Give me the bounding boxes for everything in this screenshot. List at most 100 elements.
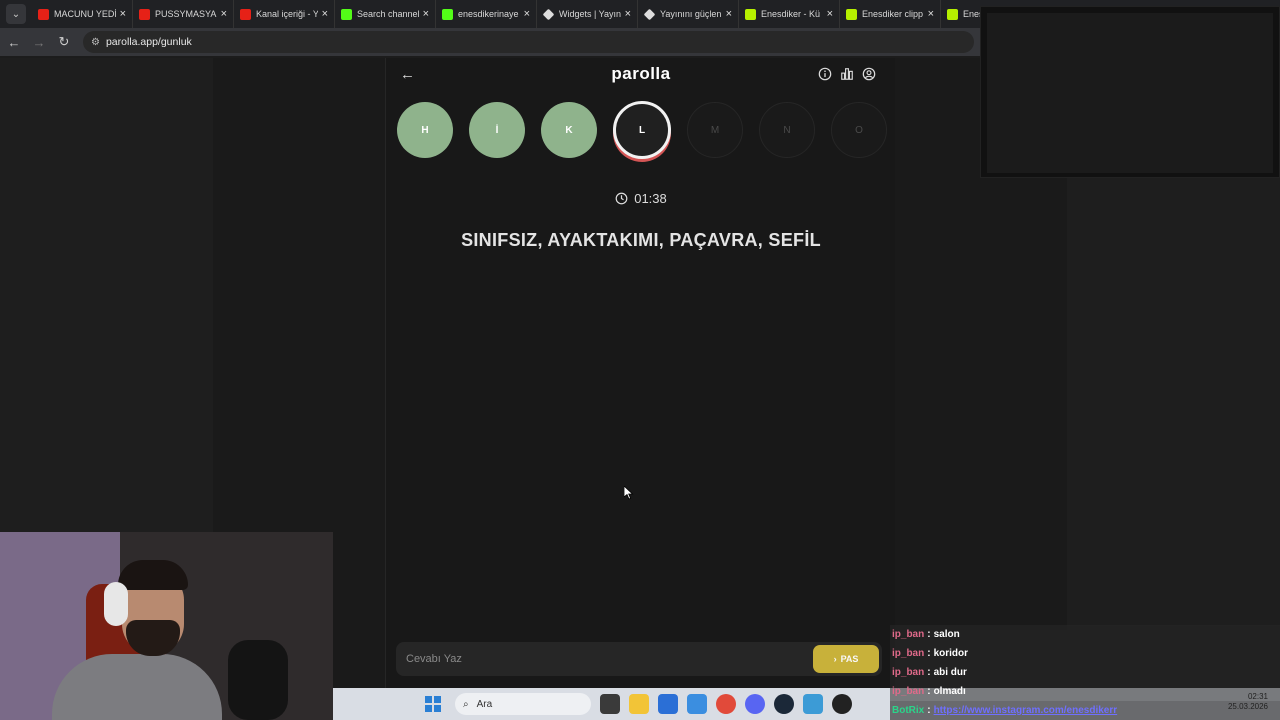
address-bar[interactable]: ⚙ parolla.app/gunluk xyxy=(83,31,974,53)
close-icon[interactable]: × xyxy=(625,8,631,20)
store-icon[interactable] xyxy=(658,694,678,714)
browser-tab[interactable]: enesdikerinaye × xyxy=(436,0,537,28)
steam-icon[interactable] xyxy=(774,694,794,714)
widget-icon xyxy=(643,8,656,20)
site-info-icon[interactable]: ⚙ xyxy=(91,37,100,48)
close-icon[interactable]: × xyxy=(827,8,833,20)
youtube-icon xyxy=(240,8,251,20)
tab-title: Kanal içeriği - Y xyxy=(256,9,318,19)
microphone-icon xyxy=(228,640,288,720)
letter-progress: H İ K L M N O xyxy=(397,101,887,159)
browser-tab[interactable]: MACUNU YEDİ × xyxy=(32,0,133,28)
browser-tab[interactable]: Yayınını güçlen × xyxy=(638,0,739,28)
current-letter-bubble: L xyxy=(613,101,671,159)
close-icon[interactable]: × xyxy=(726,8,732,20)
headset-icon xyxy=(104,582,128,626)
chat-separator: : xyxy=(927,629,931,640)
windows-start-icon[interactable] xyxy=(425,696,441,712)
browser-tab[interactable]: Enesdiker clipp × xyxy=(840,0,941,28)
close-icon[interactable]: × xyxy=(120,8,126,20)
taskbar-search[interactable]: ⌕ Ara xyxy=(455,693,591,715)
screen: ⌄ MACUNU YEDİ × PUSSYMASYA × Kanal içeriği… xyxy=(0,0,1280,720)
chevron-right-icon: › xyxy=(833,654,837,664)
webcam-person-hair xyxy=(118,560,188,590)
letter-bubble: İ xyxy=(469,102,525,158)
chat-text: koridor xyxy=(933,648,969,659)
tab-title: Widgets | Yayın xyxy=(559,9,621,19)
task-view-icon[interactable] xyxy=(600,694,620,714)
discord-icon[interactable] xyxy=(745,694,765,714)
chat-separator: : xyxy=(927,648,931,659)
url-text: parolla.app/gunluk xyxy=(105,36,192,48)
youtube-icon xyxy=(38,8,49,20)
stats-icon[interactable] xyxy=(840,67,854,81)
bot-link[interactable]: https://www.instagram.com/enesdikerr xyxy=(934,705,1118,716)
timer: 01:38 xyxy=(386,191,896,206)
youtube-icon xyxy=(139,8,150,20)
chat-username: ip_ban xyxy=(892,667,925,678)
clock-time: 02:31 xyxy=(1247,692,1268,701)
chat-username: ip_ban xyxy=(892,648,925,659)
letter-bubble: M xyxy=(687,102,743,158)
close-icon[interactable]: × xyxy=(322,8,328,20)
close-icon[interactable]: × xyxy=(423,8,429,20)
right-gutter xyxy=(1067,176,1280,626)
clip-icon xyxy=(846,8,857,20)
taskbar-search-label: Ara xyxy=(476,698,493,710)
user-icon[interactable] xyxy=(862,67,876,81)
app-icon[interactable] xyxy=(803,694,823,714)
search-icon: ⌕ xyxy=(463,698,469,710)
chat-message: ip_ban: olmadı xyxy=(890,682,1280,701)
chat-username: ip_ban xyxy=(892,686,925,697)
widget-icon xyxy=(542,8,555,20)
mouse-cursor-icon xyxy=(624,486,634,500)
left-gutter xyxy=(0,58,213,532)
app-header: ← parolla xyxy=(386,58,896,92)
info-icon[interactable] xyxy=(818,67,832,81)
obs-icon[interactable] xyxy=(832,694,852,714)
chat-text: salon xyxy=(933,629,960,640)
clue-text: SINIFSIZ, AYAKTAKIMI, PAÇAVRA, SEFİL xyxy=(461,230,821,250)
answer-input[interactable] xyxy=(396,642,813,676)
letter-bubble: O xyxy=(831,102,887,158)
tab-title: Yayınını güçlen xyxy=(660,9,722,19)
browser-tab[interactable]: Search channel × xyxy=(335,0,436,28)
tab-title: PUSSYMASYA xyxy=(155,9,217,19)
tab-title: Search channel xyxy=(357,9,419,19)
chat-text: olmadı xyxy=(933,686,966,697)
browser-tab[interactable]: Widgets | Yayın × xyxy=(537,0,638,28)
chat-message: ip_ban: koridor xyxy=(890,644,1280,663)
stream-overlay-box xyxy=(980,6,1280,178)
kick-icon xyxy=(442,8,453,20)
close-icon[interactable]: × xyxy=(928,8,934,20)
browser-tab[interactable]: Enesdiker - Kü × xyxy=(739,0,840,28)
close-icon[interactable]: × xyxy=(524,8,530,20)
chat-message: ip_ban: abi dur xyxy=(890,663,1280,682)
letter-bubble: K xyxy=(541,102,597,158)
close-icon[interactable]: × xyxy=(221,8,227,20)
pass-button[interactable]: › PAS xyxy=(813,645,879,673)
browser-tab[interactable]: Kanal içeriği - Y × xyxy=(234,0,335,28)
clock-date: 25.03.2026 xyxy=(1227,702,1268,711)
pass-button-label: PAS xyxy=(840,654,859,664)
browser-tab[interactable]: PUSSYMASYA × xyxy=(133,0,234,28)
tab-title: Enesdiker - Kü xyxy=(761,9,821,19)
tab-title: MACUNU YEDİ xyxy=(54,9,116,19)
timer-value: 01:38 xyxy=(634,191,667,206)
clip-icon xyxy=(745,8,756,20)
clip-icon xyxy=(947,8,958,20)
chat-text: abi dur xyxy=(933,667,967,678)
chrome-icon[interactable] xyxy=(716,694,736,714)
tab-search-button[interactable]: ⌄ xyxy=(6,4,26,24)
reload-icon[interactable]: ↻ xyxy=(53,34,75,50)
app-icon[interactable] xyxy=(687,694,707,714)
chat-separator: : xyxy=(927,667,931,678)
chat-message: ip_ban: salon xyxy=(890,625,1280,644)
tab-title: enesdikerinaye xyxy=(458,9,519,19)
forward-icon[interactable]: → xyxy=(28,35,50,50)
file-explorer-icon[interactable] xyxy=(629,694,649,714)
overlay-panel xyxy=(987,13,1273,173)
answer-bar: › PAS xyxy=(396,642,882,676)
back-icon[interactable]: ← xyxy=(3,35,25,50)
system-clock[interactable]: 02:31 25.03.2026 xyxy=(1228,692,1268,712)
